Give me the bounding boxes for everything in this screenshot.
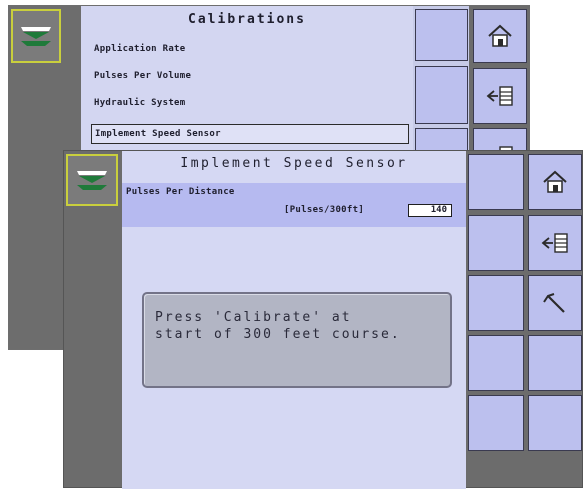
back-button[interactable] bbox=[528, 215, 582, 271]
calibrate-button[interactable] bbox=[528, 275, 582, 331]
softkey-blank-5[interactable] bbox=[468, 395, 524, 451]
menu-item-implement-speed-sensor[interactable]: Implement Speed Sensor bbox=[91, 124, 409, 144]
softkey-blank-3[interactable] bbox=[468, 275, 524, 331]
menu-item-hydraulic-system[interactable]: Hydraulic System bbox=[94, 98, 186, 108]
pulses-per-distance-field[interactable]: Pulses Per Distance [Pulses/300ft] 140 bbox=[122, 183, 466, 227]
softkey-blank-2[interactable] bbox=[415, 66, 468, 124]
calibrate-tool-icon bbox=[543, 293, 565, 313]
softkey-blank-1[interactable] bbox=[468, 154, 524, 210]
softkey-blank-1[interactable] bbox=[415, 9, 468, 61]
page-title: Calibrations bbox=[188, 12, 306, 27]
pulses-value-input[interactable]: 140 bbox=[408, 204, 452, 217]
spreader-icon bbox=[77, 171, 107, 190]
instruction-message-box: Press 'Calibrate' at start of 300 feet c… bbox=[142, 292, 452, 388]
home-button[interactable] bbox=[473, 9, 527, 63]
home-icon bbox=[488, 24, 512, 47]
home-button[interactable] bbox=[528, 154, 582, 210]
softkey-blank-7[interactable] bbox=[528, 395, 582, 451]
softkey-blank-2[interactable] bbox=[468, 215, 524, 271]
back-list-icon bbox=[486, 86, 513, 106]
product-tile-button[interactable] bbox=[11, 9, 61, 63]
field-label: Pulses Per Distance bbox=[126, 187, 235, 197]
sensor-panel: Implement Speed Sensor Pulses Per Distan… bbox=[122, 151, 466, 489]
softkey-blank-6[interactable] bbox=[528, 335, 582, 391]
menu-item-pulses-per-volume[interactable]: Pulses Per Volume bbox=[94, 71, 191, 81]
page-title: Implement Speed Sensor bbox=[180, 156, 408, 171]
back-button[interactable] bbox=[473, 68, 527, 124]
home-icon bbox=[543, 170, 567, 193]
spreader-icon bbox=[21, 27, 51, 46]
field-unit: [Pulses/300ft] bbox=[284, 205, 365, 215]
menu-item-application-rate[interactable]: Application Rate bbox=[94, 44, 186, 54]
softkey-blank-4[interactable] bbox=[468, 335, 524, 391]
implement-speed-sensor-screen: Implement Speed Sensor Pulses Per Distan… bbox=[63, 150, 583, 489]
instruction-line-1: Press 'Calibrate' at bbox=[155, 310, 352, 325]
instruction-line-2: start of 300 feet course. bbox=[155, 327, 401, 342]
product-tile-button[interactable] bbox=[66, 154, 118, 206]
back-list-icon bbox=[541, 233, 568, 253]
